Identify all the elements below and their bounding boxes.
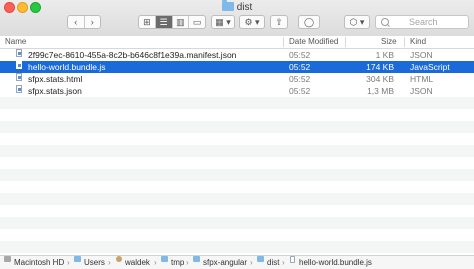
path-separator-icon: ›	[67, 258, 70, 267]
path-separator-icon: ›	[186, 258, 189, 267]
size-column-header[interactable]: Size	[381, 36, 397, 48]
file-row[interactable]: sfpx.stats.json 05:52 1,3 MB JSON	[0, 85, 474, 97]
dropbox-button[interactable]: ⬡ ▾	[344, 15, 370, 29]
file-date: 05:52	[289, 62, 311, 72]
path-item-dist[interactable]: dist	[267, 256, 279, 269]
file-kind: HTML	[410, 74, 434, 84]
hard-drive-icon	[4, 256, 11, 262]
path-item-tmp[interactable]: tmp	[171, 256, 184, 269]
path-separator-icon: ›	[108, 258, 111, 267]
html-file-icon	[16, 73, 22, 81]
kind-column-header[interactable]: Kind	[410, 36, 426, 48]
path-separator-icon: ›	[282, 258, 285, 267]
folder-icon	[161, 256, 168, 262]
path-separator-icon: ›	[250, 258, 253, 267]
file-size: 304 KB	[366, 74, 394, 84]
file-name: 2f99c7ec-8610-455a-8c2b-b646c8f1e39a.man…	[28, 50, 237, 60]
empty-row-stripe	[0, 121, 474, 133]
file-kind: JSON	[410, 50, 433, 60]
file-kind: JavaScript	[410, 62, 450, 72]
folder-icon	[221, 0, 234, 11]
date-column-header[interactable]: Date Modified	[289, 36, 338, 48]
folder-icon	[193, 256, 200, 262]
json-file-icon	[16, 49, 22, 57]
file-name: sfpx.stats.html	[28, 74, 83, 84]
path-item-file[interactable]: hello-world.bundle.js	[299, 256, 372, 269]
tags-button[interactable]: ◯	[298, 15, 320, 29]
column-divider[interactable]	[404, 37, 405, 47]
file-name: sfpx.stats.json	[28, 86, 82, 96]
path-item-macintosh-hd[interactable]: Macintosh HD	[14, 256, 64, 269]
path-item-users[interactable]: Users	[84, 256, 105, 269]
path-item-sfpx-angular[interactable]: sfpx-angular	[203, 256, 247, 269]
file-date: 05:52	[289, 74, 311, 84]
search-placeholder: Search	[409, 17, 438, 27]
folder-icon	[74, 256, 81, 262]
empty-row-stripe	[0, 193, 474, 205]
search-field[interactable]: Search	[375, 15, 469, 29]
file-row[interactable]: 2f99c7ec-8610-455a-8c2b-b646c8f1e39a.man…	[0, 49, 474, 61]
search-icon	[381, 18, 389, 26]
file-size: 1,3 MB	[367, 86, 394, 96]
file-date: 05:52	[289, 50, 311, 60]
empty-row-stripe	[0, 97, 474, 109]
column-divider[interactable]	[283, 37, 284, 47]
file-row-selected[interactable]: hello-world.bundle.js 05:52 174 KB JavaS…	[0, 61, 474, 73]
file-size: 1 KB	[375, 50, 394, 60]
gallery-view-button[interactable]: ▭	[189, 16, 205, 28]
empty-row-stripe	[0, 241, 474, 253]
empty-row-stripe	[0, 217, 474, 229]
column-divider[interactable]	[345, 37, 346, 47]
file-name: hello-world.bundle.js	[28, 62, 106, 72]
share-button[interactable]: ⇧	[270, 15, 288, 29]
file-row[interactable]: sfpx.stats.html 05:52 304 KB HTML	[0, 73, 474, 85]
user-home-icon	[116, 256, 122, 262]
empty-row-stripe	[0, 145, 474, 157]
js-file-icon	[16, 61, 22, 69]
file-size: 174 KB	[366, 62, 394, 72]
column-view-button[interactable]: ▥	[173, 16, 190, 28]
forward-button[interactable]: ›	[85, 16, 101, 28]
action-gear-button[interactable]: ⚙ ▾	[239, 15, 265, 29]
group-by-button[interactable]: ▦ ▾	[211, 15, 235, 29]
file-date: 05:52	[289, 86, 311, 96]
path-item-waldek[interactable]: waldek	[125, 256, 150, 269]
view-mode-control: ⊞ ☰ ▥ ▭	[138, 15, 206, 29]
list-view-button[interactable]: ☰	[155, 16, 173, 28]
back-forward-control: ‹ ›	[67, 15, 101, 29]
file-kind: JSON	[410, 86, 433, 96]
column-header-row: Name Date Modified Size Kind	[0, 36, 474, 49]
path-separator-icon: ›	[154, 258, 157, 267]
icon-view-button[interactable]: ⊞	[139, 16, 156, 28]
window-title-container: dist	[0, 0, 474, 14]
window-title: dist	[236, 2, 253, 13]
json-file-icon	[16, 85, 22, 93]
path-bar: Macintosh HD › Users › waldek › tmp › sf…	[0, 255, 474, 269]
back-button[interactable]: ‹	[68, 16, 85, 28]
name-column-header[interactable]: Name	[5, 36, 26, 48]
empty-row-stripe	[0, 169, 474, 181]
title-bar: dist ‹ › ⊞ ☰ ▥ ▭ ▦ ▾ ⚙ ▾ ⇧ ◯ ⬡ ▾ Search	[0, 0, 474, 37]
js-file-icon	[290, 256, 295, 263]
folder-icon	[257, 256, 264, 262]
